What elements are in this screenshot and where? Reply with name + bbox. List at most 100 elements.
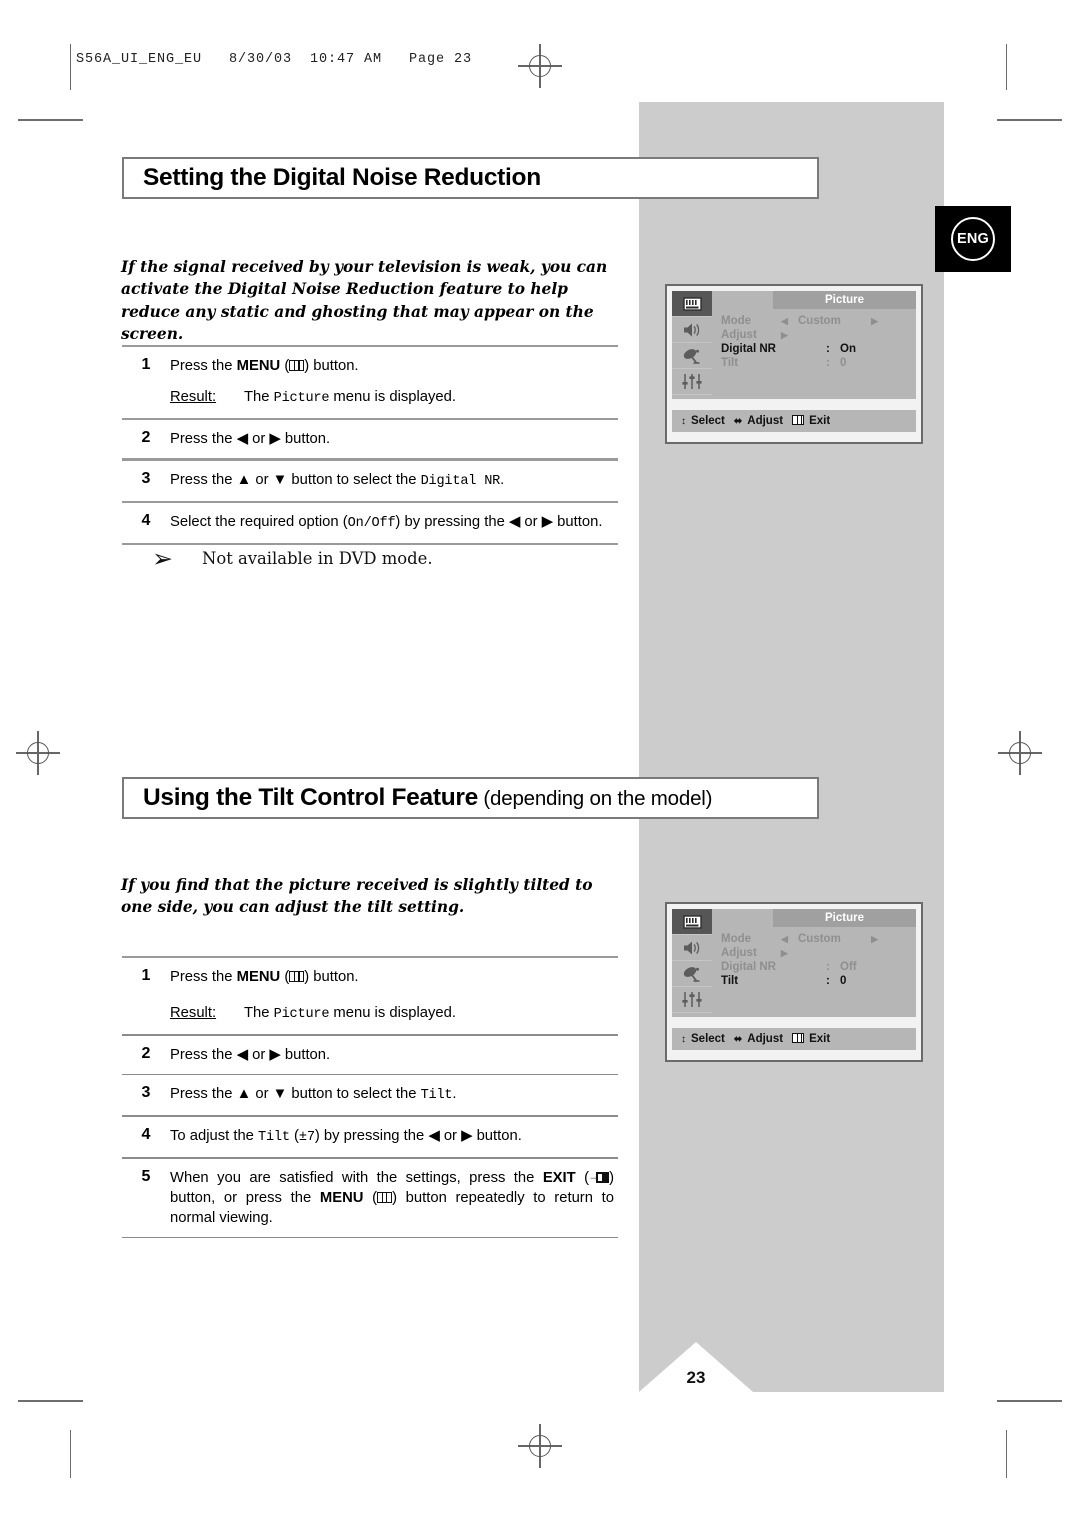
osd-row-adjust[interactable]: Adjust ▶ bbox=[721, 946, 916, 960]
osd-row-digital-nr[interactable]: Digital NR : Off bbox=[721, 960, 916, 974]
osd-footer-adjust[interactable]: ⬌ Adjust bbox=[725, 1033, 783, 1045]
step-text: When you are satisfied with the settings… bbox=[170, 1166, 618, 1228]
chevron-left-icon[interactable]: ◀ bbox=[781, 934, 798, 945]
step-row: 3 Press the ▲ or ▼ button to select the … bbox=[122, 1075, 618, 1115]
step-text-d: . bbox=[452, 1086, 457, 1103]
divider bbox=[122, 542, 618, 545]
arrow-glyphs: ▲ or ▼ bbox=[236, 1086, 288, 1103]
crop-mark-bottom-right bbox=[997, 1400, 1062, 1402]
step-row: 4 Select the required option (On/Off) by… bbox=[122, 503, 618, 543]
osd-row-digital-nr[interactable]: Digital NR : On bbox=[721, 342, 916, 356]
section-heading-suffix: (depending on the model) bbox=[477, 787, 713, 810]
sound-icon[interactable] bbox=[672, 935, 712, 961]
osd-rows: Mode ◀ Custom ▶ Adjust ▶ Digital NR : On bbox=[712, 309, 916, 370]
arrow-glyphs: ◀ or ▶ bbox=[236, 431, 281, 448]
step-text-a: Press the bbox=[170, 1086, 237, 1103]
chevron-right-icon[interactable]: ▶ bbox=[860, 316, 878, 327]
step-number: 2 bbox=[141, 429, 151, 447]
osd-footer-exit[interactable]: Exit bbox=[783, 1033, 830, 1045]
step-text-c: ) button. bbox=[304, 969, 359, 986]
step-row: 4 To adjust the Tilt (±7) by pressing th… bbox=[122, 1117, 618, 1157]
osd-footer-label: Select bbox=[691, 415, 725, 427]
chevron-left-icon[interactable]: ◀ bbox=[781, 316, 798, 327]
osd-row-tilt[interactable]: Tilt : 0 bbox=[721, 356, 916, 370]
menu-button-label: MENU bbox=[319, 1189, 364, 1206]
channel-icon[interactable] bbox=[672, 343, 712, 369]
osd-screenshot-digital-nr: Picture Mode ◀ Custom ▶ Adjust ▶ Digital… bbox=[665, 284, 923, 444]
setup-icon[interactable] bbox=[672, 987, 712, 1013]
osd-row-mode[interactable]: Mode ◀ Custom ▶ bbox=[721, 932, 916, 946]
page-number: 23 bbox=[686, 1368, 706, 1387]
chevron-right-icon[interactable]: ▶ bbox=[860, 934, 878, 945]
osd-footer-select[interactable]: ↕ Select bbox=[672, 415, 725, 427]
osd-body: Picture Mode ◀ Custom ▶ Adjust ▶ Digital… bbox=[712, 909, 916, 1017]
tilt-range: ±7 bbox=[298, 1129, 315, 1145]
crop-mark-bottom-left-rule bbox=[70, 1430, 72, 1478]
tilt-name: Tilt bbox=[258, 1129, 290, 1145]
step-text: Press the ◀ or ▶ button. bbox=[170, 1045, 618, 1065]
osd-footer-exit[interactable]: Exit bbox=[783, 415, 830, 427]
step-text-c: ( bbox=[289, 1127, 299, 1144]
step-text-c: button to select the bbox=[287, 1086, 421, 1103]
step-row: 2 Press the ◀ or ▶ button. bbox=[122, 1036, 618, 1074]
osd-rows: Mode ◀ Custom ▶ Adjust ▶ Digital NR : Of… bbox=[712, 927, 916, 988]
step-text-c: ) button. bbox=[304, 358, 359, 375]
menu-icon bbox=[377, 1191, 393, 1203]
step-row: 1 Press the MENU () button. Result: The … bbox=[122, 347, 618, 418]
step-text: Press the ◀ or ▶ button. bbox=[170, 429, 618, 449]
setup-icon[interactable] bbox=[672, 369, 712, 395]
up-down-arrow-icon: ↕ bbox=[681, 1033, 686, 1045]
osd-title: Picture bbox=[773, 291, 916, 309]
section-heading-text: Setting the Digital Noise Reduction bbox=[143, 164, 541, 191]
step-number: 1 bbox=[141, 356, 151, 374]
channel-icon[interactable] bbox=[672, 961, 712, 987]
osd-footer-adjust[interactable]: ⬌ Adjust bbox=[725, 415, 783, 427]
step-number: 4 bbox=[141, 511, 151, 529]
osd-footer-label: Adjust bbox=[747, 1033, 784, 1045]
step-text: Select the required option (On/Off) by p… bbox=[170, 512, 618, 534]
note-text: Not available in DVD mode. bbox=[202, 549, 433, 568]
exit-button-label: EXIT bbox=[542, 1169, 576, 1186]
section-intro-tilt-control: If you find that the picture received is… bbox=[121, 876, 593, 917]
step-text-a: Select the required option ( bbox=[170, 513, 348, 530]
menu-icon bbox=[792, 415, 805, 427]
picture-icon[interactable] bbox=[672, 291, 712, 317]
menu-icon bbox=[289, 360, 305, 372]
osd-screenshot-tilt: Picture Mode ◀ Custom ▶ Adjust ▶ Digital… bbox=[665, 902, 923, 1062]
step-text-c: button to select the bbox=[287, 471, 421, 488]
slug-rule bbox=[70, 44, 72, 90]
osd-row-label: Adjust bbox=[721, 329, 757, 341]
osd-row-colon: : bbox=[826, 961, 830, 973]
result-label: Result: bbox=[170, 1005, 217, 1022]
osd-row-mode[interactable]: Mode ◀ Custom ▶ bbox=[721, 314, 916, 328]
picture-menu-name: Picture bbox=[273, 1007, 330, 1023]
osd-row-label: Digital NR bbox=[721, 961, 776, 973]
step-text-c: button. bbox=[280, 1046, 331, 1063]
step-text-c: ) by pressing the bbox=[395, 513, 509, 530]
step-text-a: Press the bbox=[170, 431, 237, 448]
result-line: Result: The Picture menu is displayed. bbox=[170, 1003, 618, 1025]
result-text: The Picture menu is displayed. bbox=[244, 387, 456, 409]
tilt-name: Tilt bbox=[420, 1088, 453, 1104]
step-text-b: ( bbox=[280, 969, 290, 986]
osd-footer-label: Select bbox=[691, 1033, 725, 1045]
osd-title: Picture bbox=[773, 909, 916, 927]
sound-icon[interactable] bbox=[672, 317, 712, 343]
step-row: 5 When you are satisfied with the settin… bbox=[122, 1159, 618, 1237]
exit-arrow-icon bbox=[588, 1166, 600, 1186]
step-text-d: button. bbox=[553, 513, 603, 530]
step-text: To adjust the Tilt (±7) by pressing the … bbox=[170, 1126, 618, 1148]
osd-row-value: 0 bbox=[840, 975, 847, 987]
osd-row-tilt[interactable]: Tilt : 0 bbox=[721, 974, 916, 988]
osd-footer-select[interactable]: ↕ Select bbox=[672, 1033, 725, 1045]
step-text-d: ( bbox=[363, 1189, 378, 1206]
chevron-right-icon[interactable]: ▶ bbox=[781, 330, 798, 341]
chevron-right-icon[interactable]: ▶ bbox=[781, 948, 798, 959]
step-text-a: When you are satisfied with the settings… bbox=[170, 1169, 543, 1186]
step-text-a: Press the bbox=[170, 969, 237, 986]
picture-icon[interactable] bbox=[672, 909, 712, 935]
osd-row-value: Custom bbox=[798, 933, 841, 945]
result-line: Result: The Picture menu is displayed. bbox=[170, 387, 618, 409]
document-slug: S56A_UI_ENG_EU 8/30/03 10:47 AM Page 23 bbox=[76, 52, 473, 67]
osd-row-adjust[interactable]: Adjust ▶ bbox=[721, 328, 916, 342]
